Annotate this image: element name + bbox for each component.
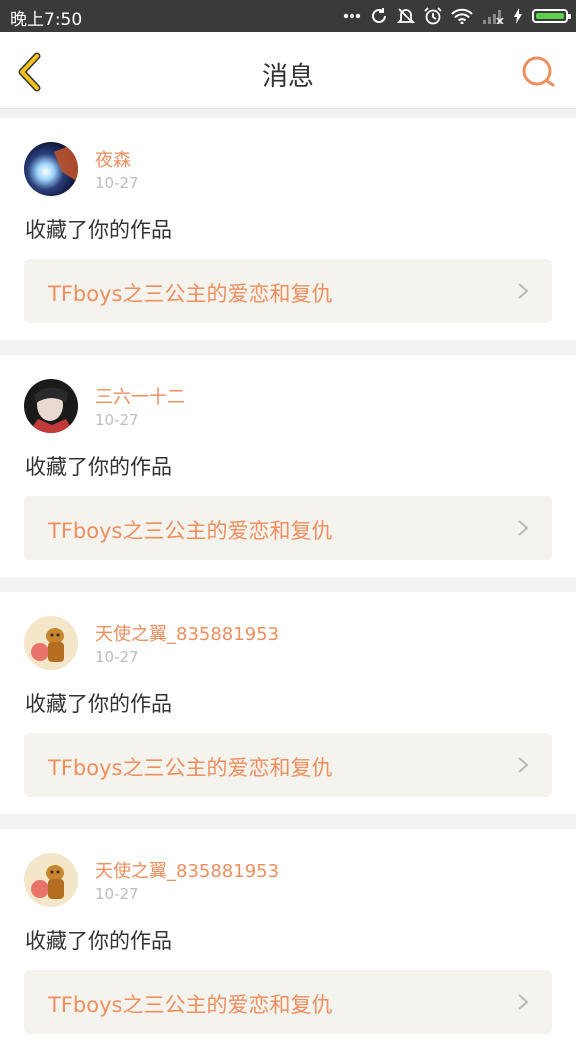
battery-icon bbox=[532, 9, 571, 23]
chevron-right-icon bbox=[518, 283, 529, 299]
work-title: TFboys之三公主的爱恋和复仇 bbox=[48, 519, 333, 543]
message-card: 夜森 10-27 收藏了你的作品 TFboys之三公主的爱恋和复仇 bbox=[0, 118, 576, 340]
username[interactable]: 夜森 bbox=[95, 146, 131, 172]
work-title: TFboys之三公主的爱恋和复仇 bbox=[48, 993, 333, 1017]
header: 消息 bbox=[0, 32, 576, 109]
work-link[interactable]: TFboys之三公主的爱恋和复仇 bbox=[24, 259, 552, 323]
message-card: 三六一十二 10-27 收藏了你的作品 TFboys之三公主的爱恋和复仇 bbox=[0, 355, 576, 577]
work-title: TFboys之三公主的爱恋和复仇 bbox=[48, 756, 333, 780]
message-card: 天使之翼_835881953 10-27 收藏了你的作品 TFboys之三公主的… bbox=[0, 829, 576, 1051]
avatar[interactable] bbox=[24, 616, 78, 670]
work-link[interactable]: TFboys之三公主的爱恋和复仇 bbox=[24, 733, 552, 797]
alarm-icon bbox=[424, 7, 442, 25]
avatar[interactable] bbox=[24, 853, 78, 907]
sync-icon bbox=[372, 8, 386, 23]
message-date: 10-27 bbox=[95, 885, 139, 903]
username[interactable]: 天使之翼_835881953 bbox=[95, 620, 279, 646]
avatar[interactable] bbox=[24, 379, 78, 433]
message-action: 收藏了你的作品 bbox=[25, 218, 172, 242]
message-date: 10-27 bbox=[95, 174, 139, 192]
page-title: 消息 bbox=[261, 62, 314, 92]
username[interactable]: 三六一十二 bbox=[95, 383, 185, 409]
chevron-right-icon bbox=[518, 994, 529, 1010]
message-date: 10-27 bbox=[95, 648, 139, 666]
search-icon[interactable] bbox=[520, 54, 556, 90]
status-bar: 晚上7:50 bbox=[0, 0, 576, 32]
message-action: 收藏了你的作品 bbox=[25, 929, 172, 953]
status-time: 晚上7:50 bbox=[10, 10, 83, 30]
message-action: 收藏了你的作品 bbox=[25, 455, 172, 479]
chevron-right-icon bbox=[518, 520, 529, 536]
username[interactable]: 天使之翼_835881953 bbox=[95, 857, 279, 883]
signal-icon bbox=[483, 10, 504, 24]
no-notification-icon bbox=[397, 8, 415, 24]
work-link[interactable]: TFboys之三公主的爱恋和复仇 bbox=[24, 496, 552, 560]
more-dots-icon bbox=[343, 13, 361, 19]
wifi-icon bbox=[451, 8, 473, 24]
work-title: TFboys之三公主的爱恋和复仇 bbox=[48, 282, 333, 306]
chevron-right-icon bbox=[518, 757, 529, 773]
message-date: 10-27 bbox=[95, 411, 139, 429]
charging-icon bbox=[514, 8, 522, 24]
status-icons bbox=[343, 6, 571, 26]
avatar[interactable] bbox=[24, 142, 78, 196]
message-card: 天使之翼_835881953 10-27 收藏了你的作品 TFboys之三公主的… bbox=[0, 592, 576, 814]
message-action: 收藏了你的作品 bbox=[25, 692, 172, 716]
work-link[interactable]: TFboys之三公主的爱恋和复仇 bbox=[24, 970, 552, 1034]
